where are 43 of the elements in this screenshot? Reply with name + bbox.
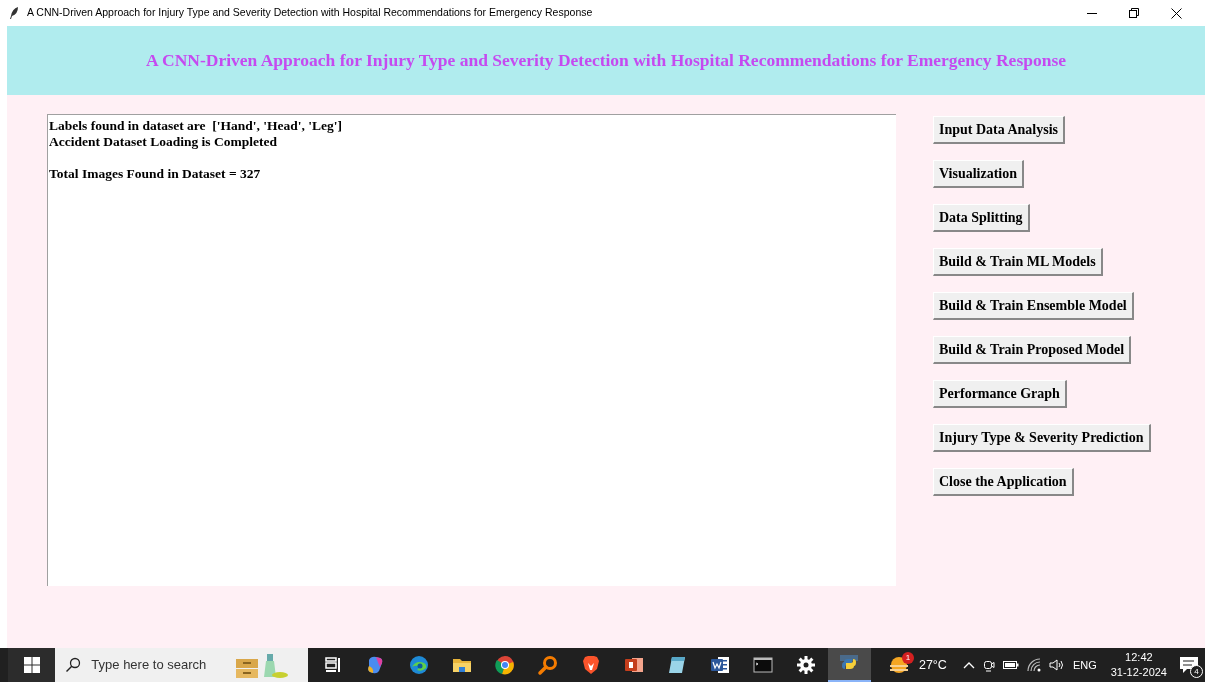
weather-badge: 1 <box>901 652 914 664</box>
action-button[interactable]: Close the Application <box>933 468 1074 496</box>
camera-icon[interactable] <box>982 658 995 672</box>
search-field[interactable]: Type here to search <box>55 648 308 682</box>
windows-logo-icon <box>23 657 40 673</box>
document-app-icon <box>709 654 732 676</box>
language-indicator[interactable]: ENG <box>1072 656 1097 674</box>
output-line: Accident Dataset Loading is Completed <box>49 134 277 150</box>
action-button[interactable]: Input Data Analysis <box>933 116 1066 144</box>
action-button[interactable]: Build & Train ML Models <box>933 248 1103 276</box>
action-button[interactable]: Visualization <box>933 160 1025 188</box>
terminal-icon <box>752 654 775 676</box>
settings-icon <box>795 654 818 676</box>
search-icon <box>65 657 82 673</box>
action-button[interactable]: Injury Type & Severity Prediction <box>933 424 1151 452</box>
notification-count: 4 <box>1190 665 1203 678</box>
wave-circle-icon <box>408 654 431 676</box>
app-title: A CNN-Driven Approach for Injury Type and Severity Detection with Hospital Recommendations for Emergency Response <box>146 49 1066 73</box>
clock-time[interactable]: 12:42 <box>1125 650 1153 665</box>
weather-sun-icon <box>888 655 911 675</box>
temperature-text: 27°C <box>918 656 947 674</box>
taskbar-app-button[interactable] <box>827 648 871 682</box>
output-line: Total Images Found in Dataset = 327 <box>49 166 261 182</box>
chevron-up-icon[interactable] <box>962 661 975 669</box>
action-button[interactable]: Build & Train Ensemble Model <box>933 292 1134 320</box>
start-button[interactable] <box>8 648 56 682</box>
drawers-spray-drawing <box>234 651 291 679</box>
speaker-icon[interactable] <box>1048 658 1065 672</box>
clock-date[interactable]: 31-12-2024 <box>1110 665 1167 680</box>
output-line: Labels found in dataset are ['Hand', 'Head', 'Leg'] <box>49 118 343 134</box>
feather-icon <box>8 6 20 20</box>
chrome-icon <box>494 654 517 676</box>
close-icon <box>1170 7 1182 19</box>
restore-icon <box>1129 8 1139 18</box>
action-button[interactable]: Data Splitting <box>933 204 1030 232</box>
window-title: A CNN-Driven Approach for Injury Type and Severity Detection with Hospital Recommendations for Emergency Response <box>27 5 593 21</box>
magnifier-icon <box>537 654 560 676</box>
output-text-area[interactable]: Labels found in dataset are ['Hand', 'Head', 'Leg'] Accident Dataset Loading is Completed Total Images Found in Dataset = 327 <box>47 114 896 586</box>
action-button[interactable]: Performance Graph <box>933 380 1067 408</box>
action-button[interactable]: Build & Train Proposed Model <box>933 336 1132 364</box>
wifi-icon[interactable] <box>1026 658 1041 672</box>
battery-icon[interactable] <box>1002 660 1019 670</box>
search-placeholder: Type here to search <box>91 656 207 675</box>
